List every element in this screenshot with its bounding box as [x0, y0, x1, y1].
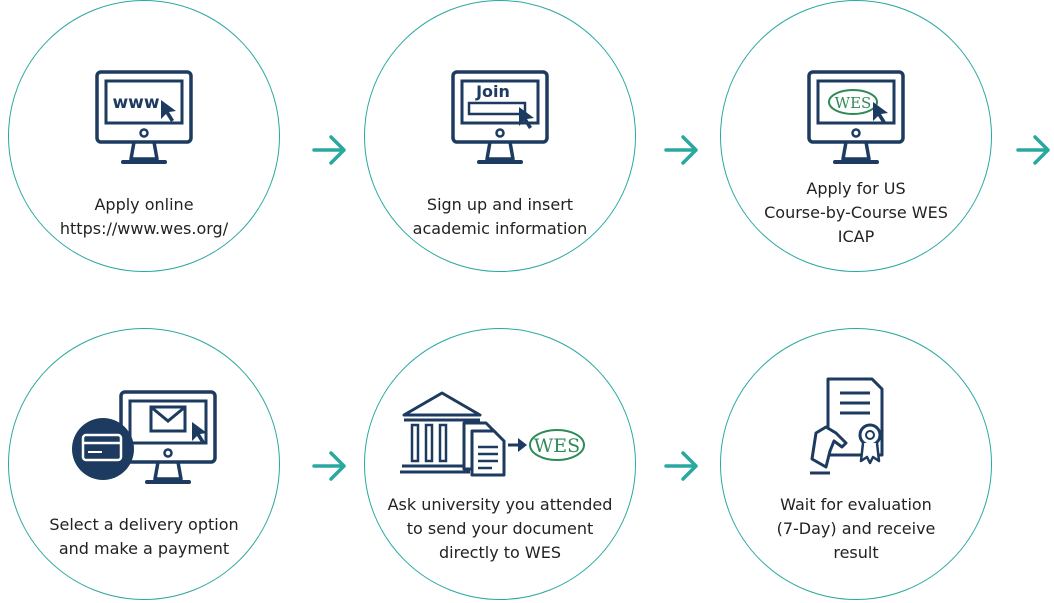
- next-arrow-icon: [664, 135, 698, 165]
- www-text: www: [112, 93, 159, 113]
- step-label: Ask university you attended to send your…: [365, 493, 635, 565]
- step-label-line: directly to WES: [439, 543, 561, 562]
- join-text: Join: [475, 82, 510, 101]
- step-label: Wait for evaluation (7-Day) and receive …: [721, 493, 991, 565]
- step-label-line: (7-Day) and receive: [776, 519, 936, 538]
- monitor-mail-card-icon: [9, 389, 279, 499]
- monitor-www-icon: www: [9, 69, 279, 171]
- step-label-line: ICAP: [837, 227, 875, 246]
- step-label: Apply for US Course-by-Course WES ICAP: [721, 177, 991, 249]
- next-arrow-icon: [1016, 135, 1050, 165]
- step-label-line: Course-by-Course WES: [764, 203, 948, 222]
- step-label-line: result: [833, 543, 879, 562]
- step-label-line: to send your document: [406, 519, 594, 538]
- step-label: Select a delivery option and make a paym…: [9, 513, 279, 561]
- step-delivery-payment: Select a delivery option and make a paym…: [8, 328, 280, 600]
- step-label-line: Sign up and insert: [426, 195, 574, 214]
- step-label-line: Wait for evaluation: [780, 495, 932, 514]
- next-arrow-icon: [664, 451, 698, 481]
- step-label-url: https://www.wes.org/: [59, 219, 229, 238]
- step-label-line: Apply for US: [806, 179, 906, 198]
- university-document-wes-icon: WES: [365, 387, 635, 477]
- monitor-join-icon: Join: [365, 69, 635, 171]
- monitor-wes-icon: WES: [721, 69, 991, 171]
- step-sign-up: Join Sign up and insert academic informa…: [364, 0, 636, 272]
- step-apply-icap: WES Apply for US Course-by-Course WES IC…: [720, 0, 992, 272]
- step-label: Apply online https://www.wes.org/: [9, 193, 279, 241]
- next-arrow-icon: [312, 135, 346, 165]
- certificate-hand-icon: [721, 375, 991, 479]
- step-label-line: and make a payment: [58, 539, 230, 558]
- step-label: Sign up and insert academic information: [365, 193, 635, 241]
- wes-logo-text: WES: [534, 435, 580, 457]
- step-apply-online: www Apply online https://www.wes.org/: [8, 0, 280, 272]
- step-university-document: WES Ask university you attended to send …: [364, 328, 636, 600]
- step-label-line: academic information: [412, 219, 588, 238]
- wes-logo-text: WES: [835, 94, 872, 112]
- next-arrow-icon: [312, 451, 346, 481]
- step-label-line: Select a delivery option: [49, 515, 239, 534]
- step-label-line: Ask university you attended: [387, 495, 613, 514]
- step-wait-evaluation: Wait for evaluation (7-Day) and receive …: [720, 328, 992, 600]
- step-label-line: Apply online: [94, 195, 194, 214]
